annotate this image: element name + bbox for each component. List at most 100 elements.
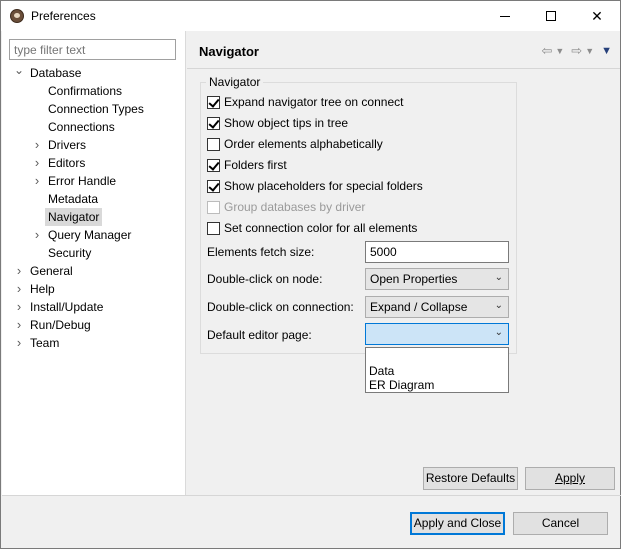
tree-item-general[interactable]: › General [2,262,186,280]
tree-item-label: Connection Types [48,102,144,116]
checkbox-label: Group databases by driver [224,200,366,214]
tree-item-label: Metadata [48,192,99,206]
page-navigation: ⇦ ▼ ⇨ ▼ ▼ [541,43,612,59]
tree-item-security[interactable]: Security [2,244,186,262]
fetch-size-input[interactable] [365,241,509,263]
chevron-down-icon: ⌄ [494,327,503,338]
default-editor-select[interactable]: ⌄ [365,323,509,345]
tree-item-label: Navigator [45,208,103,226]
chevron-right-icon[interactable]: › [14,262,24,280]
tree-item-label: Help [30,282,55,296]
tree-item-drivers[interactable]: › Drivers [2,136,186,154]
tree-item-label: Error Handle [48,174,117,188]
group-label: Navigator [206,75,264,89]
tree-item-help[interactable]: › Help [2,280,186,298]
app-icon [10,9,24,23]
tree-item-label: Run/Debug [30,318,91,332]
checkbox-checked[interactable] [207,95,220,109]
dblclick-node-select[interactable]: Open Properties ⌄ [365,268,509,290]
checkbox-label: Expand navigator tree on connect [224,95,404,109]
cancel-button[interactable]: Cancel [513,512,608,535]
tree-item-connection-types[interactable]: Connection Types [2,100,186,118]
forward-arrow-icon[interactable]: ⇨ [571,43,582,59]
tree-item-label: General [30,264,73,278]
tree-item-connections[interactable]: Connections [2,118,186,136]
minimize-button[interactable] [482,1,528,31]
chevron-right-icon[interactable]: › [32,226,42,244]
title-separator [187,68,620,69]
filter-input[interactable] [9,39,176,60]
tree-item-database[interactable]: ⌄ Database [2,64,186,82]
chevron-right-icon[interactable]: › [32,172,42,190]
tree-item-error-handle[interactable]: › Error Handle [2,172,186,190]
maximize-button[interactable] [528,1,574,31]
tree-item-label: Team [30,336,60,350]
apply-and-close-button[interactable]: Apply and Close [410,512,505,535]
default-editor-label: Default editor page: [207,328,312,342]
dblclick-connection-select[interactable]: Expand / Collapse ⌄ [365,296,509,318]
preference-page: Navigator ⇦ ▼ ⇨ ▼ ▼ Navigator Expand nav… [187,31,620,495]
checkbox-unchecked[interactable] [207,221,220,235]
checkbox-option[interactable]: Expand navigator tree on connect [207,93,403,111]
dblclick-connection-label: Double-click on connection: [207,300,354,314]
page-title: Navigator [199,44,259,59]
checkbox-option[interactable]: Set connection color for all elements [207,219,417,237]
checkbox-label: Order elements alphabetically [224,137,383,151]
tree-item-confirmations[interactable]: Confirmations [2,82,186,100]
chevron-down-icon: ⌄ [494,300,503,311]
chevron-down-icon[interactable]: ⌄ [14,64,24,82]
apply-button[interactable]: Apply [525,467,615,490]
tree-item-team[interactable]: › Team [2,334,186,352]
checkbox-option[interactable]: Show object tips in tree [207,114,348,132]
maximize-icon [546,11,556,21]
cancel-label: Cancel [541,516,580,530]
restore-defaults-label: Restore Defaults [425,471,516,485]
checkbox-checked[interactable] [207,158,220,172]
tree-item-query-manager[interactable]: › Query Manager [2,226,186,244]
tree-item-metadata[interactable]: Metadata [2,190,186,208]
close-button[interactable]: ✕ [574,1,620,31]
restore-defaults-button[interactable]: Restore Defaults [423,467,518,490]
dropdown-option-data[interactable]: Data [369,364,394,378]
apply-and-close-label: Apply and Close [413,516,502,530]
chevron-right-icon[interactable]: › [14,280,24,298]
tree-item-label: Database [30,66,82,80]
checkbox-checked[interactable] [207,116,220,130]
checkbox-unchecked[interactable] [207,137,220,151]
dblclick-node-label: Double-click on node: [207,272,323,286]
tree-item-run-debug[interactable]: › Run/Debug [2,316,186,334]
chevron-right-icon[interactable]: › [32,154,42,172]
tree-item-navigator[interactable]: Navigator [2,208,186,226]
forward-menu-chevron-icon[interactable]: ▼ [585,46,594,56]
chevron-right-icon[interactable]: › [32,136,42,154]
window-title: Preferences [31,9,96,23]
chevron-right-icon[interactable]: › [14,298,24,316]
back-menu-chevron-icon[interactable]: ▼ [555,46,564,56]
tree-item-label: Query Manager [48,228,132,242]
checkbox-checked[interactable] [207,179,220,193]
chevron-right-icon[interactable]: › [14,334,24,352]
checkbox-option[interactable]: Show placeholders for special folders [207,177,423,195]
tree-item-editors[interactable]: › Editors [2,154,186,172]
apply-label: Apply [554,471,586,485]
back-arrow-icon[interactable]: ⇦ [541,43,552,59]
title-bar: Preferences ✕ [1,1,620,31]
checkbox-unchecked [207,200,220,214]
tree-item-label: Security [48,246,92,260]
checkbox-label: Show object tips in tree [224,116,349,130]
tree-item-install-update[interactable]: › Install/Update [2,298,186,316]
chevron-down-icon: ⌄ [494,272,503,283]
default-editor-dropdown: Data ER Diagram [365,347,509,393]
view-menu-icon[interactable]: ▼ [601,45,612,57]
close-icon: ✕ [591,7,603,24]
checkbox-option[interactable]: Order elements alphabetically [207,135,383,153]
footer-separator [2,495,621,496]
checkbox-label: Show placeholders for special folders [224,179,423,193]
checkbox-option[interactable]: Folders first [207,156,287,174]
chevron-right-icon[interactable]: › [14,316,24,334]
dropdown-option-er-diagram[interactable]: ER Diagram [369,378,434,392]
checkbox-label: Set connection color for all elements [224,221,418,235]
preferences-window: Preferences ✕ ⌄ Database Confirmations Conn… [0,0,621,549]
checkbox-option: Group databases by driver [207,198,365,216]
tree-item-label: Editors [48,156,86,170]
